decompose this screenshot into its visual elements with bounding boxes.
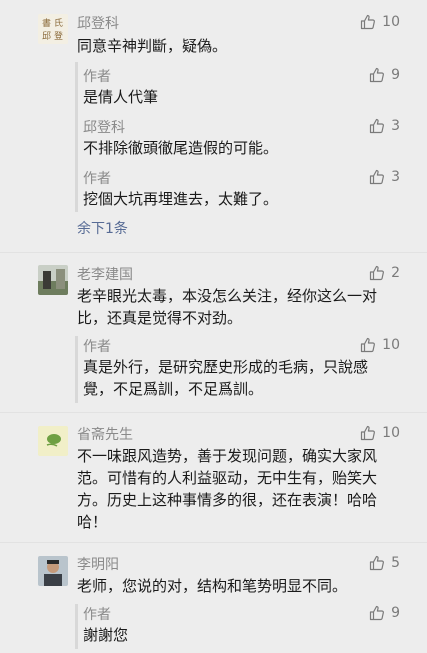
like-count: 10 (382, 14, 400, 30)
like-button[interactable]: 10 (360, 424, 400, 442)
like-button[interactable]: 5 (369, 554, 400, 572)
comment: 李明阳 5 老师，您说的对，结构和笔势明显不同。 作者 9 謝謝您 (0, 542, 427, 653)
thumbs-up-icon (369, 265, 385, 281)
comment: 省斋先生 10 不一味跟风造势，善于发现问题，确实大家风 范。可惜有的人利益驱动… (0, 412, 427, 542)
reply-author-name[interactable]: 作者 (83, 604, 111, 624)
thumbs-up-icon (369, 67, 385, 83)
svg-text:書: 書 (42, 17, 51, 29)
comment-text: 老辛眼光太毒，本没怎么关注，经你这么一对 比，还真是觉得不对劲。 (77, 287, 378, 327)
reply-thread-bar (75, 604, 78, 649)
comment-text: 老师，您说的对，结构和笔势明显不同。 (77, 577, 348, 595)
reply-text: 是倩人代筆 (83, 88, 159, 106)
avatar[interactable] (38, 265, 68, 295)
show-more-replies-link[interactable]: 余下1条 (77, 218, 128, 238)
like-count: 3 (391, 118, 400, 134)
avatar[interactable] (38, 426, 68, 456)
avatar[interactable] (38, 556, 68, 586)
thumbs-up-icon (369, 169, 385, 185)
comment: 書 氏 邱 登 邱登科 10 同意辛神判斷，疑偽。 作者 9 是倩人代筆 邱登科… (0, 0, 427, 250)
like-count: 10 (382, 425, 400, 441)
comment: 老李建国 2 老辛眼光太毒，本没怎么关注，经你这么一对 比，还真是觉得不对劲。 … (0, 252, 427, 412)
comment-author-name[interactable]: 李明阳 (77, 554, 119, 574)
thumbs-up-icon (361, 14, 376, 30)
reply-thread-bar (75, 62, 78, 212)
like-button[interactable]: 10 (360, 13, 400, 31)
thumbs-up-icon (361, 425, 376, 441)
like-count: 9 (391, 67, 400, 83)
comment-author-name[interactable]: 省斋先生 (77, 424, 133, 444)
like-count: 5 (391, 555, 400, 571)
reply-text: 不排除徹頭徹尾造假的可能。 (83, 139, 279, 157)
like-count: 2 (391, 265, 400, 281)
svg-text:氏: 氏 (54, 18, 63, 29)
thumbs-up-icon (369, 118, 385, 134)
comment-text: 同意辛神判斷，疑偽。 (77, 37, 228, 55)
reply-author-name[interactable]: 作者 (83, 168, 111, 188)
like-button[interactable]: 9 (369, 604, 400, 622)
avatar[interactable]: 書 氏 邱 登 (38, 14, 68, 44)
like-button[interactable]: 10 (360, 336, 400, 354)
like-button[interactable]: 9 (369, 66, 400, 84)
like-count: 9 (391, 605, 400, 621)
like-button[interactable]: 3 (369, 117, 400, 135)
reply-author-name[interactable]: 邱登科 (83, 117, 125, 137)
reply-author-name[interactable]: 作者 (83, 66, 111, 86)
like-count: 3 (391, 169, 400, 185)
svg-text:登: 登 (54, 31, 63, 42)
comment-text: 不一味跟风造势，善于发现问题，确实大家风 范。可惜有的人利益驱动，无中生有，贻笑… (77, 447, 378, 531)
thumbs-up-icon (361, 337, 376, 353)
like-button[interactable]: 3 (369, 168, 400, 186)
comment-author-name[interactable]: 老李建国 (77, 264, 133, 284)
reply-text: 挖個大坑再埋進去，太難了。 (83, 190, 279, 208)
comment-author-name[interactable]: 邱登科 (77, 13, 119, 33)
reply-text: 謝謝您 (83, 626, 129, 644)
thumbs-up-icon (369, 555, 385, 571)
reply-author-name[interactable]: 作者 (83, 336, 111, 356)
like-count: 10 (382, 337, 400, 353)
thumbs-up-icon (369, 605, 385, 621)
svg-text:邱: 邱 (42, 31, 51, 42)
like-button[interactable]: 2 (369, 264, 400, 282)
reply-thread-bar (75, 336, 78, 403)
reply-text: 真是外行，是研究歷史形成的毛病，只說感 覺，不足爲訓，不足爲訓。 (83, 358, 369, 398)
